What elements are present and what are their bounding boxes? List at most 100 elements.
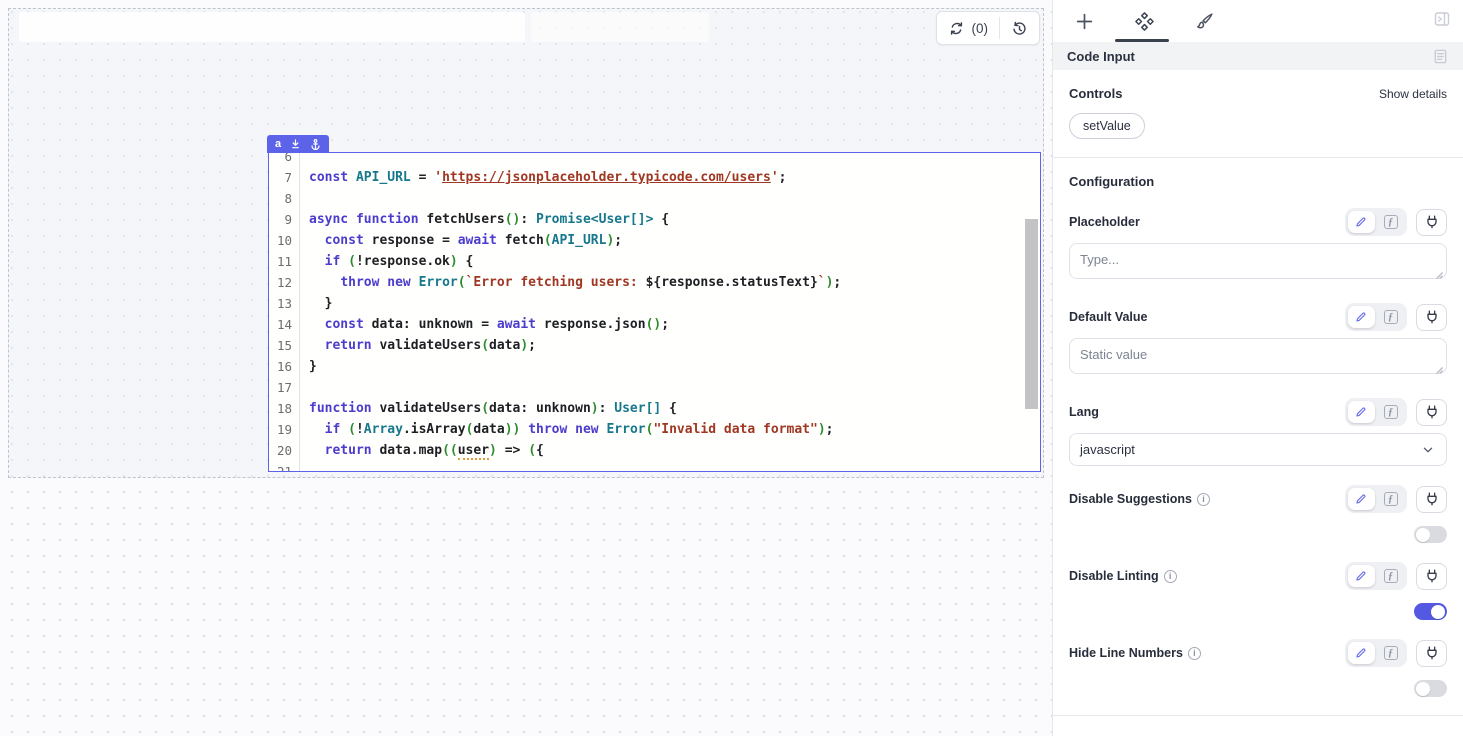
edit-mode-button[interactable] — [1348, 565, 1375, 587]
arrow-down-icon[interactable] — [290, 138, 301, 150]
fx-icon: ƒ — [1384, 215, 1398, 229]
pencil-icon — [1355, 492, 1369, 506]
line-number: 17 — [269, 377, 300, 398]
field-label: Default Value — [1069, 310, 1148, 324]
bind-data-button[interactable] — [1416, 399, 1447, 426]
info-icon: i — [1188, 647, 1201, 660]
hide-line-numbers-toggle[interactable] — [1414, 680, 1447, 697]
fx-mode-button[interactable]: ƒ — [1377, 401, 1404, 423]
refresh-button[interactable]: (0) — [937, 12, 1000, 44]
bind-data-button[interactable] — [1416, 304, 1447, 331]
bind-data-button[interactable] — [1416, 640, 1447, 667]
code-text: throw new Error(`Error fetching users: $… — [309, 272, 841, 293]
code-line[interactable]: 13 } — [269, 293, 1040, 314]
placeholder-input[interactable] — [1069, 243, 1447, 279]
control-chip-setvalue[interactable]: setValue — [1069, 113, 1145, 139]
plug-icon — [1424, 404, 1440, 420]
fx-mode-button[interactable]: ƒ — [1377, 642, 1404, 664]
show-details-link[interactable]: Show details — [1379, 87, 1447, 101]
canvas[interactable]: (0) a — [0, 0, 1052, 736]
field-lang: Lang ƒ javascript — [1069, 397, 1447, 466]
line-number: 15 — [269, 335, 300, 356]
code-line[interactable]: 6 — [269, 153, 1040, 167]
edit-mode-button[interactable] — [1348, 401, 1375, 423]
anchor-icon[interactable] — [310, 138, 321, 150]
code-text: if (!Array.isArray(data)) throw new Erro… — [309, 419, 833, 440]
refresh-icon — [948, 20, 965, 37]
tab-add[interactable] — [1071, 8, 1097, 34]
history-button[interactable] — [1000, 12, 1039, 44]
section-divider — [1053, 157, 1463, 158]
deploy-count: (0) — [972, 21, 989, 36]
code-text: const response = await fetch(API_URL); — [309, 230, 622, 251]
code-line[interactable]: 14 const data: unknown = await response.… — [269, 314, 1040, 335]
disable-suggestions-toggle[interactable] — [1414, 526, 1447, 543]
code-line[interactable]: 19 if (!Array.isArray(data)) throw new E… — [269, 419, 1040, 440]
code-line[interactable]: 10 const response = await fetch(API_URL)… — [269, 230, 1040, 251]
fx-icon: ƒ — [1384, 569, 1398, 583]
disable-linting-toggle[interactable] — [1414, 603, 1447, 620]
code-line[interactable]: 9async function fetchUsers(): Promise<Us… — [269, 209, 1040, 230]
collapse-panel-button[interactable] — [1433, 10, 1451, 28]
code-text: } — [309, 356, 317, 377]
widgets-icon — [1135, 12, 1154, 31]
bind-data-button[interactable] — [1416, 209, 1447, 236]
bind-data-button[interactable] — [1416, 563, 1447, 590]
fx-mode-button[interactable]: ƒ — [1377, 211, 1404, 233]
code-line[interactable]: 11 if (!response.ok) { — [269, 251, 1040, 272]
edit-mode-button[interactable] — [1348, 488, 1375, 510]
fx-mode-button[interactable]: ƒ — [1377, 488, 1404, 510]
code-text: return validateUsers(data); — [309, 335, 536, 356]
code-rows: 67const API_URL = 'https://jsonplacehold… — [269, 153, 1040, 471]
code-line[interactable]: 12 throw new Error(`Error fetching users… — [269, 272, 1040, 293]
controls-section-header: Controls Show details — [1069, 86, 1447, 101]
code-line[interactable]: 18 function validateUsers(data: unknown):… — [269, 398, 1040, 419]
line-number: 6 — [269, 153, 300, 167]
edit-mode-button[interactable] — [1348, 306, 1375, 328]
line-number: 14 — [269, 314, 300, 335]
edit-mode-button[interactable] — [1348, 642, 1375, 664]
code-line[interactable]: 7const API_URL = 'https://jsonplaceholde… — [269, 167, 1040, 188]
code-editor[interactable]: 67const API_URL = 'https://jsonplacehold… — [269, 153, 1040, 471]
code-input-widget[interactable]: a 67const API_URL = 'https://jsonplaceho… — [268, 152, 1041, 472]
code-text: function validateUsers(data: unknown): U… — [309, 398, 677, 419]
bottom-divider — [1053, 715, 1463, 716]
field-disable-suggestions: Disable Suggestionsiƒ — [1069, 484, 1447, 543]
line-number: 20 — [269, 440, 300, 461]
tab-widgets[interactable] — [1131, 8, 1157, 34]
field-default-value: Default Value ƒ — [1069, 302, 1447, 379]
bind-data-button[interactable] — [1416, 486, 1447, 513]
fx-mode-button[interactable]: ƒ — [1377, 565, 1404, 587]
code-text: const data: unknown = await response.jso… — [309, 314, 669, 335]
lang-select[interactable]: javascript — [1069, 433, 1447, 466]
doc-icon[interactable] — [1432, 48, 1449, 65]
fx-icon: ƒ — [1384, 646, 1398, 660]
field-label: Hide Line Numbers — [1069, 646, 1183, 660]
code-line[interactable]: 20 return data.map((user) => ({ — [269, 440, 1040, 461]
code-line[interactable]: 15 return validateUsers(data); — [269, 335, 1040, 356]
line-number: 12 — [269, 272, 300, 293]
code-text: return data.map((user) => ({ — [309, 440, 544, 461]
field-hide-line-numbers: Hide Line Numbers i ƒ — [1069, 638, 1447, 697]
history-icon — [1011, 20, 1028, 37]
fx-mode-button[interactable]: ƒ — [1377, 306, 1404, 328]
code-line[interactable]: 16} — [269, 356, 1040, 377]
controls-title: Controls — [1069, 86, 1122, 101]
properties-panel: Code Input Controls Show details setValu… — [1052, 0, 1463, 736]
tab-style[interactable] — [1191, 8, 1217, 34]
editor-scrollbar[interactable] — [1025, 219, 1038, 409]
pencil-icon — [1355, 310, 1369, 324]
plug-icon — [1424, 568, 1440, 584]
line-number: 18 — [269, 398, 300, 419]
drop-zone-highlight-2 — [531, 12, 709, 42]
widget-name-badge[interactable]: a — [267, 135, 329, 153]
drop-zone-highlight — [19, 12, 525, 42]
default-value-input[interactable] — [1069, 338, 1447, 374]
active-tab-underline — [1115, 39, 1169, 42]
fx-icon: ƒ — [1384, 310, 1398, 324]
code-line[interactable]: 8 — [269, 188, 1040, 209]
code-line[interactable]: 21 — [269, 461, 1040, 471]
code-line[interactable]: 17 — [269, 377, 1040, 398]
field-label: Lang — [1069, 405, 1099, 419]
edit-mode-button[interactable] — [1348, 211, 1375, 233]
